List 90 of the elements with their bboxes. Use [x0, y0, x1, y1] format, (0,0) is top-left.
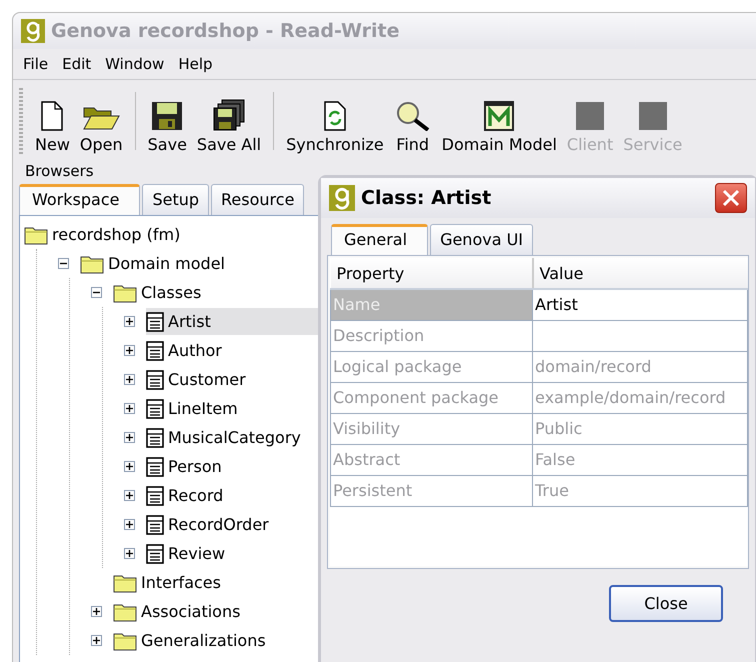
- list-sheet-icon: [146, 514, 164, 534]
- menu-item[interactable]: Edit: [62, 55, 92, 73]
- column-header: Property: [330, 258, 532, 289]
- refresh-page-icon: [322, 101, 347, 131]
- close-icon[interactable]: [715, 183, 747, 213]
- list-sheet-icon: [146, 544, 164, 564]
- list-sheet-icon: [146, 486, 164, 506]
- tree-item[interactable]: Generalizations: [113, 627, 318, 654]
- tree-item[interactable]: Artist: [146, 308, 318, 335]
- expand-toggle[interactable]: [124, 490, 135, 501]
- list-sheet-icon: [146, 398, 164, 418]
- tree-item[interactable]: Author: [146, 337, 318, 364]
- tree-item[interactable]: LineItem: [146, 395, 318, 422]
- m-block-icon: [484, 101, 514, 131]
- toolbar-button[interactable]: Save: [144, 88, 191, 154]
- list-sheet-icon: [146, 312, 164, 332]
- expand-toggle[interactable]: [124, 403, 135, 414]
- expand-toggle[interactable]: [124, 519, 135, 530]
- menu-item[interactable]: Help: [178, 55, 213, 73]
- value-cell[interactable]: [532, 320, 748, 351]
- expand-toggle[interactable]: [124, 316, 135, 327]
- tree-item[interactable]: Record: [146, 482, 318, 509]
- g-logo-icon: [329, 185, 355, 211]
- folder-icon: [82, 105, 120, 131]
- tab[interactable]: Genova UI: [430, 224, 534, 255]
- list-sheet-icon: [146, 340, 164, 360]
- plus-icon: [126, 492, 133, 499]
- blank-page-icon: [40, 101, 64, 131]
- folder-icon: [113, 282, 137, 302]
- tree-item[interactable]: Interfaces: [113, 569, 318, 596]
- list-sheet-icon: [146, 456, 164, 476]
- value-cell[interactable]: Artist: [532, 289, 748, 320]
- list-sheet-icon: [146, 428, 164, 448]
- toolbar-button[interactable]: Find: [390, 88, 436, 154]
- folder-icon: [113, 602, 137, 622]
- toolbar-button[interactable]: Open: [76, 88, 127, 154]
- plus-icon: [93, 608, 100, 615]
- minus-icon: [93, 289, 100, 296]
- tab[interactable]: Setup: [142, 184, 210, 215]
- plus-icon: [126, 463, 133, 470]
- g-logo-icon: [21, 19, 45, 43]
- plus-icon: [126, 434, 133, 441]
- tree-item[interactable]: Associations: [113, 598, 318, 625]
- folder-icon: [113, 630, 137, 650]
- plus-icon: [126, 347, 133, 354]
- toolbar-button[interactable]: Save All: [192, 88, 266, 154]
- tree-item[interactable]: recordshop (fm): [24, 221, 318, 248]
- tree-item[interactable]: MusicalCategory: [146, 424, 318, 451]
- expand-toggle[interactable]: [91, 635, 102, 646]
- tree-item[interactable]: Review: [146, 540, 318, 567]
- expand-toggle[interactable]: [124, 374, 135, 385]
- expand-toggle[interactable]: [124, 548, 135, 559]
- plus-icon: [126, 550, 133, 557]
- folder-icon: [24, 224, 48, 244]
- floppy-disks-icon: [212, 99, 246, 131]
- tree-item[interactable]: Classes: [113, 279, 318, 306]
- expand-toggle[interactable]: [124, 461, 135, 472]
- tree-item[interactable]: Customer: [146, 366, 318, 393]
- plus-icon: [93, 637, 100, 644]
- panel-label: Browsers: [24, 161, 95, 182]
- tab[interactable]: Resource: [211, 184, 304, 215]
- tree-item[interactable]: RecordOrder: [146, 511, 318, 538]
- square-icon: [638, 101, 668, 131]
- plus-icon: [126, 521, 133, 528]
- tree-item[interactable]: Person: [146, 453, 318, 480]
- tab[interactable]: General: [331, 224, 428, 255]
- plus-icon: [126, 318, 133, 325]
- folder-icon: [113, 572, 137, 592]
- menu-item[interactable]: Window: [105, 55, 164, 73]
- expand-toggle[interactable]: [124, 432, 135, 443]
- square-icon: [575, 101, 606, 131]
- menu-item[interactable]: File: [23, 55, 48, 73]
- minus-icon: [60, 260, 67, 267]
- toolbar-button[interactable]: New: [31, 88, 74, 154]
- expand-toggle[interactable]: [91, 606, 102, 617]
- list-sheet-icon: [146, 370, 164, 390]
- close-button[interactable]: Close: [609, 585, 723, 622]
- tab[interactable]: Workspace: [19, 184, 140, 215]
- window-title: Genova recordshop - Read-Write: [51, 20, 400, 42]
- dialog-title: Class: Artist: [361, 187, 492, 209]
- toolbar-button[interactable]: Synchronize: [282, 88, 388, 154]
- toolbar-button[interactable]: Domain Model: [438, 88, 561, 154]
- plus-icon: [126, 405, 133, 412]
- folder-icon: [80, 254, 104, 274]
- column-header: Value: [532, 258, 748, 289]
- collapse-toggle[interactable]: [91, 287, 102, 298]
- collapse-toggle[interactable]: [58, 258, 69, 269]
- tree-item[interactable]: Domain model: [80, 250, 318, 277]
- plus-icon: [126, 376, 133, 383]
- expand-toggle[interactable]: [124, 345, 135, 356]
